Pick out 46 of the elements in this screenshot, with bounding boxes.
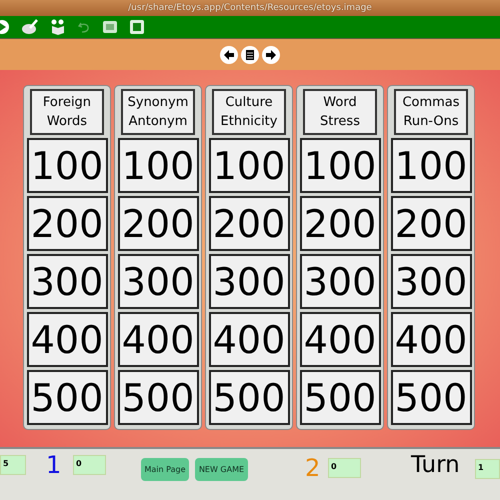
team-number: 2 (305, 454, 320, 482)
score-field[interactable]: 0 (73, 455, 106, 475)
point-tile[interactable]: 300 (118, 254, 198, 309)
point-tile[interactable]: 400 (300, 312, 380, 367)
point-tile[interactable]: 500 (118, 370, 198, 425)
menu-icon[interactable] (241, 46, 259, 64)
category-title: Foreign Words (30, 89, 104, 135)
point-tile[interactable]: 300 (390, 254, 472, 309)
point-tile[interactable]: 200 (118, 196, 198, 251)
point-tile[interactable]: 500 (300, 370, 380, 425)
point-tile[interactable]: 400 (208, 312, 290, 367)
category-title: Culture Ethnicity (212, 89, 286, 135)
new-game-button[interactable]: NEW GAME (195, 458, 248, 481)
point-tile[interactable]: 400 (26, 312, 108, 367)
point-tile[interactable]: 500 (208, 370, 290, 425)
point-tile[interactable]: 100 (208, 138, 290, 193)
score-field[interactable]: 0 (328, 458, 361, 478)
point-tile[interactable]: 100 (118, 138, 198, 193)
point-tile[interactable]: 300 (208, 254, 290, 309)
window-title: /usr/share/Etoys.app/Contents/Resources/etoys.image (128, 3, 372, 13)
turn-field[interactable]: 1 (475, 459, 500, 479)
point-tile[interactable]: 400 (390, 312, 472, 367)
book-icon[interactable] (102, 19, 118, 35)
point-tile[interactable]: 300 (26, 254, 108, 309)
category-title: Word Stress (303, 89, 377, 135)
point-tile[interactable]: 500 (26, 370, 108, 425)
point-tile[interactable]: 100 (390, 138, 472, 193)
box-icon[interactable] (50, 19, 66, 35)
point-tile[interactable]: 200 (390, 196, 472, 251)
play-icon[interactable] (0, 19, 10, 35)
category-title: Commas Run-Ons (394, 89, 468, 135)
point-tile[interactable]: 200 (208, 196, 290, 251)
score-field[interactable]: 5 (0, 455, 26, 475)
turn-label: Turn (411, 452, 460, 478)
point-tile[interactable]: 300 (300, 254, 380, 309)
point-tile[interactable]: 500 (390, 370, 472, 425)
fullscreen-icon[interactable] (129, 19, 145, 35)
point-tile[interactable]: 100 (26, 138, 108, 193)
paintbrush-icon[interactable] (21, 19, 39, 35)
point-tile[interactable]: 200 (26, 196, 108, 251)
point-tile[interactable]: 400 (118, 312, 198, 367)
category-title: Synonym Antonym (121, 89, 195, 135)
point-tile[interactable]: 100 (300, 138, 380, 193)
main-page-button[interactable]: Main Page (141, 458, 189, 481)
team-number: 1 (46, 451, 62, 479)
point-tile[interactable]: 200 (300, 196, 380, 251)
